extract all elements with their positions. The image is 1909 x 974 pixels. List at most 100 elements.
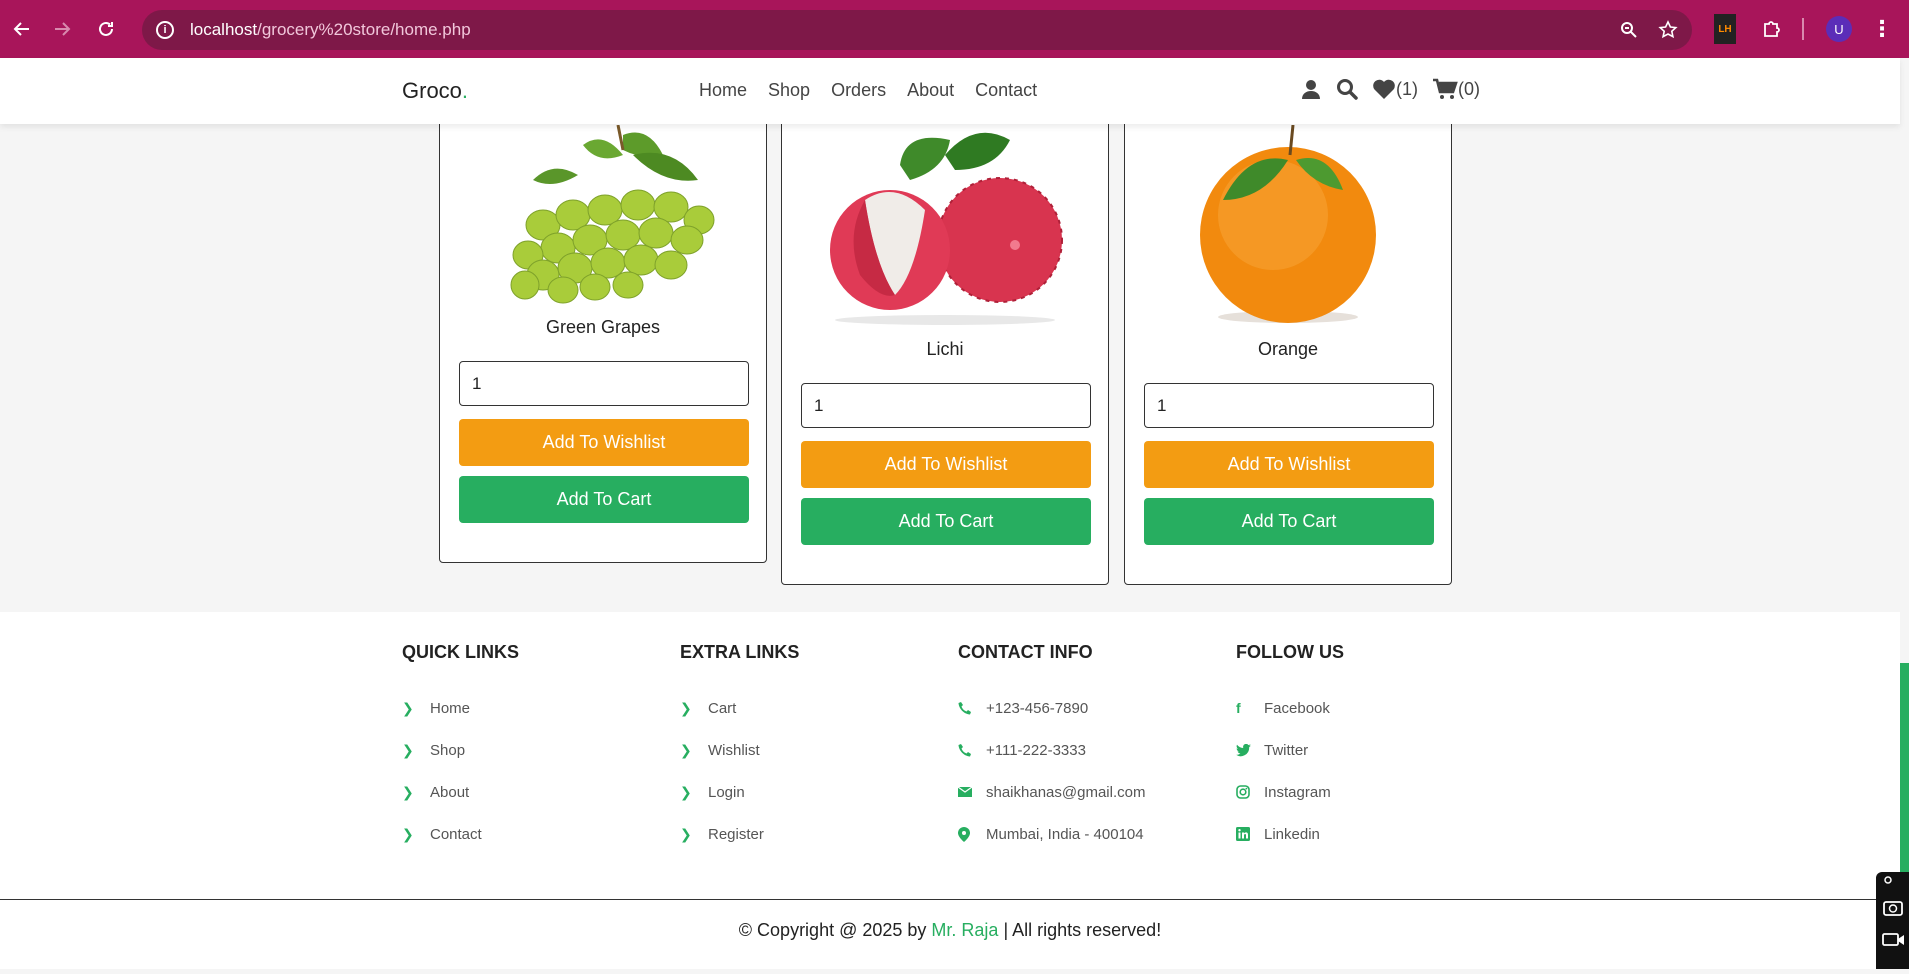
quantity-input[interactable] — [459, 361, 749, 406]
chevron-right-icon: ❯ — [402, 783, 414, 800]
add-to-cart-button[interactable]: Add To Cart — [801, 498, 1091, 545]
linkedin-icon — [1236, 827, 1256, 841]
add-to-wishlist-button[interactable]: Add To Wishlist — [1144, 441, 1434, 488]
site-footer: QUICK LINKS ❯ Home ❯ Shop ❯ About ❯ Contact … — [0, 612, 1900, 899]
add-to-wishlist-button[interactable]: Add To Wishlist — [459, 419, 749, 466]
footer-link-login[interactable]: ❯ Login — [680, 771, 940, 813]
instagram-icon — [1236, 785, 1256, 799]
footer-email[interactable]: shaikhanas@gmail.com — [958, 771, 1218, 813]
back-button[interactable] — [0, 7, 44, 51]
bookmark-star-icon[interactable] — [1658, 20, 1678, 40]
nav-home[interactable]: Home — [699, 80, 747, 101]
footer-link-label: Home — [430, 699, 471, 717]
site-info-icon[interactable]: i — [156, 21, 174, 39]
reload-button[interactable] — [84, 7, 128, 51]
products-section: Green Grapes Add To Wishlist Add To Cart… — [0, 85, 1900, 612]
add-to-wishlist-button[interactable]: Add To Wishlist — [801, 441, 1091, 488]
cart-link[interactable]: (0) — [1432, 78, 1480, 100]
envelope-icon — [958, 786, 978, 798]
footer-follow-us: FOLLOW US f Facebook Twitter Instagram Li… — [1236, 642, 1496, 855]
profile-avatar[interactable]: U — [1826, 16, 1852, 42]
nav-shop[interactable]: Shop — [768, 80, 810, 101]
footer-heading: QUICK LINKS — [402, 642, 519, 662]
product-name: Green Grapes — [545, 317, 661, 337]
footer-link-register[interactable]: ❯ Register — [680, 813, 940, 855]
nav-orders[interactable]: Orders — [831, 80, 886, 101]
camera-icon — [1882, 876, 1904, 946]
footer-extra-links: EXTRA LINKS ❯ Cart ❯ Wishlist ❯ Login ❯ Regi… — [680, 642, 940, 855]
shopping-cart-icon — [1433, 78, 1458, 99]
footer-link-home[interactable]: ❯ Home — [402, 687, 662, 729]
chevron-right-icon: ❯ — [680, 699, 692, 716]
wishlist-link[interactable]: (1) — [1372, 78, 1418, 100]
chevron-right-icon: ❯ — [402, 741, 414, 758]
forward-button[interactable] — [40, 7, 84, 51]
product-image-grapes — [440, 125, 766, 310]
quantity-input[interactable] — [1144, 383, 1434, 428]
footer-social-label: Twitter — [1264, 741, 1309, 759]
footer-link-label: Login — [708, 783, 745, 801]
screen-capture-widget[interactable] — [1876, 872, 1909, 969]
footer-link-shop[interactable]: ❯ Shop — [402, 729, 662, 771]
copyright-prefix: © Copyright @ 2025 by — [738, 920, 932, 940]
footer-contact-text: +111-222-3333 — [986, 741, 1086, 759]
footer-link-cart[interactable]: ❯ Cart — [680, 687, 940, 729]
footer-contact-text: Mumbai, India - 400104 — [986, 825, 1144, 843]
footer-link-label: Cart — [708, 699, 737, 717]
product-card: Green Grapes Add To Wishlist Add To Cart — [439, 85, 767, 563]
product-card: Orange Add To Wishlist Add To Cart — [1124, 85, 1452, 585]
footer-link-wishlist[interactable]: ❯ Wishlist — [680, 729, 940, 771]
footer-heading: EXTRA LINKS — [680, 642, 800, 662]
footer-phone-1[interactable]: +123-456-7890 — [958, 687, 1218, 729]
facebook-icon: f — [1236, 700, 1241, 716]
footer-social-linkedin[interactable]: Linkedin — [1236, 813, 1496, 855]
footer-social-label: Linkedin — [1264, 825, 1320, 843]
footer-social-facebook[interactable]: f Facebook — [1236, 687, 1496, 729]
kebab-menu-icon[interactable]: ⋮ — [1871, 14, 1893, 44]
nav-about[interactable]: About — [907, 80, 954, 101]
url-path: /grocery%20store/home.php — [257, 20, 471, 39]
footer-contact-text: +123-456-7890 — [986, 699, 1089, 717]
arrow-left-icon — [13, 22, 29, 36]
chevron-right-icon: ❯ — [402, 825, 414, 842]
footer-social-twitter[interactable]: Twitter — [1236, 729, 1496, 771]
copyright-author-link[interactable]: Mr. Raja — [931, 920, 998, 940]
footer-link-about[interactable]: ❯ About — [402, 771, 662, 813]
main-nav: Home Shop Orders About Contact — [699, 80, 1037, 101]
footer-social-label: Facebook — [1264, 699, 1330, 717]
footer-link-label: Shop — [430, 741, 466, 759]
chevron-right-icon: ❯ — [680, 741, 692, 758]
footer-link-label: Contact — [430, 825, 482, 843]
chevron-right-icon: ❯ — [680, 825, 692, 842]
footer-contact-info: CONTACT INFO +123-456-7890 +111-222-3333… — [958, 642, 1218, 855]
url-host: localhost — [190, 20, 258, 39]
map-marker-icon — [958, 826, 978, 842]
footer-phone-2[interactable]: +111-222-3333 — [958, 729, 1218, 771]
footer-link-label: Wishlist — [708, 741, 760, 759]
address-bar[interactable]: i localhost/grocery%20store/home.php — [142, 10, 1692, 50]
chevron-right-icon: ❯ — [402, 699, 414, 716]
header-icons: (1) (0) — [1300, 78, 1480, 100]
logo-text: Groco — [402, 78, 462, 103]
footer-contact-text: shaikhanas@gmail.com — [986, 783, 1146, 801]
copyright-suffix: | All rights reserved! — [998, 920, 1162, 940]
extensions-puzzle-icon[interactable] — [1759, 14, 1785, 44]
add-to-cart-button[interactable]: Add To Cart — [459, 476, 749, 523]
footer-quick-links: QUICK LINKS ❯ Home ❯ Shop ❯ About ❯ Contact — [402, 642, 662, 855]
user-icon[interactable] — [1300, 78, 1322, 100]
nav-contact[interactable]: Contact — [975, 80, 1037, 101]
footer-social-instagram[interactable]: Instagram — [1236, 771, 1496, 813]
footer-link-contact[interactable]: ❯ Contact — [402, 813, 662, 855]
arrow-right-icon — [55, 22, 71, 36]
lighthouse-extension-icon[interactable]: LH — [1714, 14, 1736, 44]
quantity-input[interactable] — [801, 383, 1091, 428]
product-image-orange — [1125, 125, 1451, 325]
site-header: Groco. Home Shop Orders About Contact (1… — [0, 58, 1900, 124]
zoom-icon[interactable] — [1620, 21, 1638, 39]
site-logo[interactable]: Groco. — [402, 78, 468, 104]
search-icon[interactable] — [1336, 78, 1358, 100]
logo-dot: . — [461, 78, 469, 103]
add-to-cart-button[interactable]: Add To Cart — [1144, 498, 1434, 545]
wishlist-count: (1) — [1396, 78, 1418, 99]
product-name: Lichi — [926, 339, 964, 359]
